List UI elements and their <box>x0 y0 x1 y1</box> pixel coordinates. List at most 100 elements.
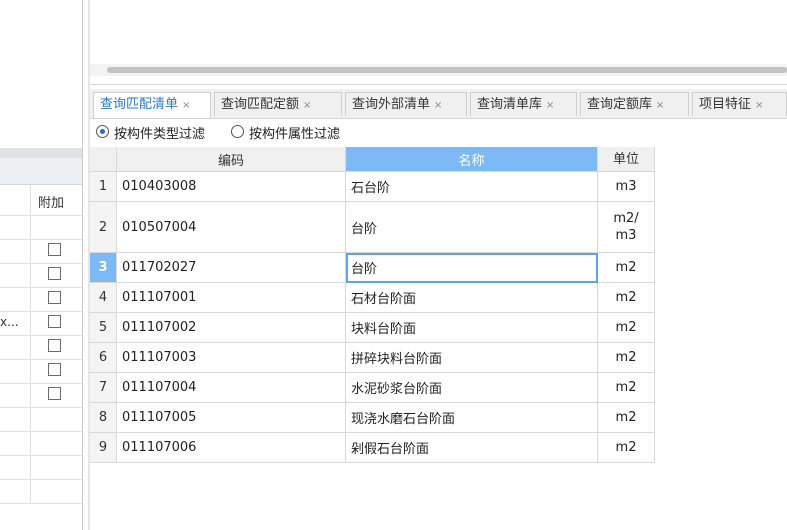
column-separator <box>30 359 31 383</box>
row-index[interactable]: 4 <box>90 283 117 313</box>
row-unit[interactable]: m2 <box>598 433 655 463</box>
row-code[interactable]: 011702027 <box>117 253 346 283</box>
row-index[interactable]: 8 <box>90 403 117 433</box>
extra-checkbox[interactable] <box>48 339 61 352</box>
tab-close-icon[interactable]: × <box>755 100 763 111</box>
left-grid-row[interactable] <box>0 359 82 384</box>
row-code[interactable]: 010403008 <box>117 172 346 202</box>
row-index[interactable]: 5 <box>90 313 117 343</box>
row-index[interactable]: 3 <box>90 253 117 283</box>
filter-options: 按构件类型过滤 按构件属性过滤 <box>90 121 787 143</box>
tab-close-icon[interactable]: × <box>182 100 190 111</box>
query-tab-bar: 查询匹配清单 × 查询匹配定额 × 查询外部清单 × 查询清单库 × 查询定额库 × 项目特征 × <box>90 89 787 119</box>
column-separator <box>30 287 31 311</box>
table-row[interactable]: 1 010403008 石台阶 m3 <box>90 172 655 202</box>
left-grid-row[interactable]: x... <box>0 311 82 336</box>
filter-by-type-label[interactable]: 按构件类型过滤 <box>114 123 205 142</box>
table-header-row: 编码 名称 单位 <box>90 147 655 172</box>
header-code[interactable]: 编码 <box>117 147 346 172</box>
left-grid-row[interactable] <box>0 455 82 480</box>
table-row[interactable]: 4 011107001 石材台阶面 m2 <box>90 283 655 313</box>
row-unit[interactable]: m3 <box>598 172 655 202</box>
extra-checkbox[interactable] <box>48 243 61 256</box>
table-row[interactable]: 6 011107003 拼碎块料台阶面 m2 <box>90 343 655 373</box>
table-row[interactable]: 3 011702027 台阶 m2 <box>90 253 655 283</box>
table-row[interactable]: 2 010507004 台阶 m2/ m3 <box>90 202 655 253</box>
row-name[interactable]: 台阶 <box>346 253 598 283</box>
row-code[interactable]: 011107005 <box>117 403 346 433</box>
extra-checkbox[interactable] <box>48 315 61 328</box>
column-separator <box>30 263 31 287</box>
row-name[interactable]: 剁假石台阶面 <box>346 433 598 463</box>
row-unit[interactable]: m2 <box>598 283 655 313</box>
horizontal-scrollbar-thumb[interactable] <box>107 67 787 73</box>
row-code[interactable]: 011107006 <box>117 433 346 463</box>
tab-close-icon[interactable]: × <box>434 100 442 111</box>
row-name[interactable]: 现浇水磨石台阶面 <box>346 403 598 433</box>
left-grid-header: 附加 <box>0 185 82 216</box>
row-index[interactable]: 2 <box>90 202 117 253</box>
tab-3[interactable]: 查询外部清单 × <box>345 92 467 116</box>
row-unit[interactable]: m2 <box>598 343 655 373</box>
extra-checkbox[interactable] <box>48 291 61 304</box>
filter-by-attr-label[interactable]: 按构件属性过滤 <box>249 123 340 142</box>
tab-close-icon[interactable]: × <box>656 100 664 111</box>
left-panel-subheader <box>0 158 82 185</box>
row-unit[interactable]: m2 <box>598 373 655 403</box>
row-name[interactable]: 块料台阶面 <box>346 313 598 343</box>
filter-by-attr-radio[interactable] <box>231 125 244 138</box>
row-name[interactable]: 水泥砂浆台阶面 <box>346 373 598 403</box>
row-index[interactable]: 6 <box>90 343 117 373</box>
left-panel-toolbar-band <box>0 148 82 158</box>
row-name[interactable]: 拼碎块料台阶面 <box>346 343 598 373</box>
header-unit[interactable]: 单位 <box>598 147 655 172</box>
tab-4[interactable]: 查询清单库 × <box>470 92 577 116</box>
left-grid-row[interactable] <box>0 431 82 456</box>
header-corner <box>90 147 117 172</box>
row-code[interactable]: 011107001 <box>117 283 346 313</box>
row-name[interactable]: 石材台阶面 <box>346 283 598 313</box>
row-unit[interactable]: m2 <box>598 313 655 343</box>
left-grid-row[interactable] <box>0 479 82 504</box>
row-code[interactable]: 011107004 <box>117 373 346 403</box>
row-code[interactable]: 011107003 <box>117 343 346 373</box>
tab-label: 查询匹配定额 <box>221 97 300 112</box>
table-row[interactable]: 9 011107006 剁假石台阶面 m2 <box>90 433 655 463</box>
row-name[interactable]: 石台阶 <box>346 172 598 202</box>
header-name[interactable]: 名称 <box>346 147 598 172</box>
row-unit[interactable]: m2/ m3 <box>598 202 655 253</box>
tab-5[interactable]: 查询定额库 × <box>580 92 689 116</box>
table-row[interactable]: 7 011107004 水泥砂浆台阶面 m2 <box>90 373 655 403</box>
tab-label: 查询定额库 <box>587 97 653 112</box>
left-grid-row[interactable] <box>0 335 82 360</box>
row-code[interactable]: 010507004 <box>117 202 346 253</box>
row-code[interactable]: 011107002 <box>117 313 346 343</box>
table-row[interactable]: 5 011107002 块料台阶面 m2 <box>90 313 655 343</box>
extra-checkbox[interactable] <box>48 267 61 280</box>
row-index[interactable]: 9 <box>90 433 117 463</box>
row-index[interactable]: 7 <box>90 373 117 403</box>
left-grid-row[interactable] <box>0 215 82 240</box>
row-unit[interactable]: m2 <box>598 253 655 283</box>
tab-6[interactable]: 项目特征 × <box>692 92 787 116</box>
tab-label: 查询外部清单 <box>352 97 431 112</box>
left-grid-row[interactable] <box>0 239 82 264</box>
tab-close-icon[interactable]: × <box>546 100 554 111</box>
row-name[interactable]: 台阶 <box>346 202 598 253</box>
left-grid-row[interactable] <box>0 263 82 288</box>
extra-checkbox[interactable] <box>48 387 61 400</box>
tab-label: 查询匹配清单 <box>100 97 179 112</box>
tab-close-icon[interactable]: × <box>303 100 311 111</box>
left-grid-row[interactable] <box>0 383 82 408</box>
row-index[interactable]: 1 <box>90 172 117 202</box>
tab-1[interactable]: 查询匹配清单 × <box>93 92 211 118</box>
tab-2[interactable]: 查询匹配定额 × <box>214 92 342 116</box>
extra-checkbox[interactable] <box>48 363 61 376</box>
left-grid-row[interactable] <box>0 287 82 312</box>
filter-by-type-radio[interactable] <box>96 125 109 138</box>
column-separator <box>30 383 31 407</box>
row-unit[interactable]: m2 <box>598 403 655 433</box>
table-row[interactable]: 8 011107005 现浇水磨石台阶面 m2 <box>90 403 655 433</box>
column-separator <box>30 455 31 479</box>
left-grid-row[interactable] <box>0 407 82 432</box>
